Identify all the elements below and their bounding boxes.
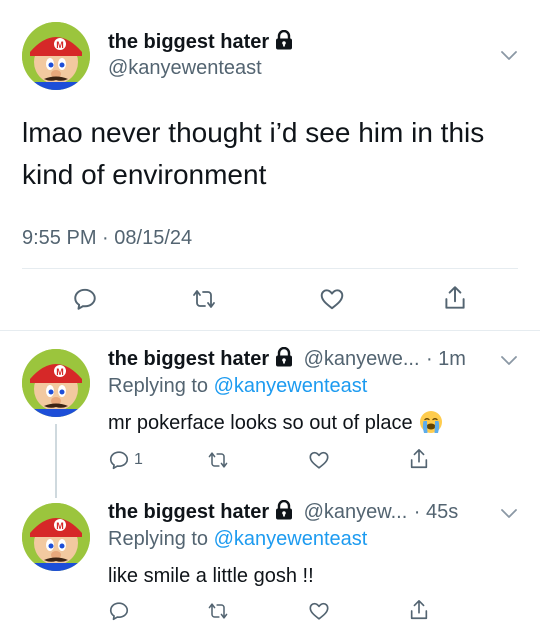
svg-text:M: M xyxy=(56,367,64,377)
reply-icon xyxy=(74,288,96,310)
svg-text:M: M xyxy=(56,40,64,50)
reply-icon xyxy=(109,451,129,470)
reply-count: 1 xyxy=(134,451,143,468)
reply-time[interactable]: · 1m xyxy=(426,348,466,370)
retweet-icon xyxy=(208,603,228,619)
user-handle[interactable]: @kanyew... xyxy=(304,501,408,523)
replying-to-link[interactable]: @kanyewenteast xyxy=(214,375,368,397)
svg-text:M: M xyxy=(56,521,64,531)
reply-button[interactable] xyxy=(108,600,130,622)
share-button[interactable] xyxy=(408,598,430,622)
retweet-button[interactable] xyxy=(206,600,230,622)
reply-time[interactable]: · 45s xyxy=(414,501,458,523)
display-name[interactable]: the biggest hater xyxy=(108,348,269,370)
reply-text: mr pokerface looks so out of place xyxy=(108,410,443,435)
avatar[interactable]: M xyxy=(22,22,90,90)
retweet-icon xyxy=(208,452,228,468)
user-handle[interactable]: @kanyewenteast xyxy=(108,57,262,80)
divider xyxy=(22,268,518,269)
like-button[interactable] xyxy=(318,286,346,312)
avatar[interactable]: M xyxy=(22,349,90,417)
retweet-button[interactable] xyxy=(190,286,218,312)
avatar[interactable]: M xyxy=(22,503,90,571)
share-icon xyxy=(410,600,428,620)
divider xyxy=(0,330,540,331)
thread-line xyxy=(55,424,57,498)
reply-button[interactable]: 1 xyxy=(108,449,143,471)
replying-to: Replying to @kanyewenteast xyxy=(108,375,368,397)
like-icon xyxy=(309,451,329,469)
display-name[interactable]: the biggest hater xyxy=(108,30,293,54)
like-icon xyxy=(309,602,329,620)
retweet-button[interactable] xyxy=(206,449,230,471)
crying-emoji xyxy=(419,410,443,434)
replying-to-link[interactable]: @kanyewenteast xyxy=(214,528,368,550)
like-button[interactable] xyxy=(307,600,331,622)
tweet-timestamp[interactable]: 9:55 PM · 08/15/24 xyxy=(22,227,192,250)
mario-avatar-image: M xyxy=(22,503,90,571)
mario-avatar-image: M xyxy=(22,22,90,90)
reply-icon xyxy=(109,602,129,621)
reply-text: like smile a little gosh !! xyxy=(108,565,314,587)
like-button[interactable] xyxy=(307,449,331,471)
reply-header: the biggest hater @kanyew... · 45s xyxy=(108,500,458,524)
retweet-icon xyxy=(193,290,215,308)
share-button[interactable] xyxy=(408,447,430,471)
user-handle[interactable]: @kanyewe... xyxy=(304,348,420,370)
replying-to: Replying to @kanyewenteast xyxy=(108,528,368,550)
chevron-down-icon[interactable] xyxy=(498,44,520,66)
tweet-text: lmao never thought i’d see him in this k… xyxy=(22,117,485,190)
reply-button[interactable] xyxy=(72,286,98,312)
mario-avatar-image: M xyxy=(22,349,90,417)
share-icon xyxy=(445,286,465,309)
like-icon xyxy=(320,289,344,310)
display-name[interactable]: the biggest hater xyxy=(108,501,269,523)
lock-icon xyxy=(275,30,293,50)
share-button[interactable] xyxy=(442,284,468,312)
share-icon xyxy=(410,449,428,469)
lock-icon xyxy=(275,500,293,520)
chevron-down-icon[interactable] xyxy=(498,349,520,371)
lock-icon xyxy=(275,347,293,367)
reply-header: the biggest hater @kanyewe... · 1m xyxy=(108,347,466,371)
chevron-down-icon[interactable] xyxy=(498,502,520,524)
